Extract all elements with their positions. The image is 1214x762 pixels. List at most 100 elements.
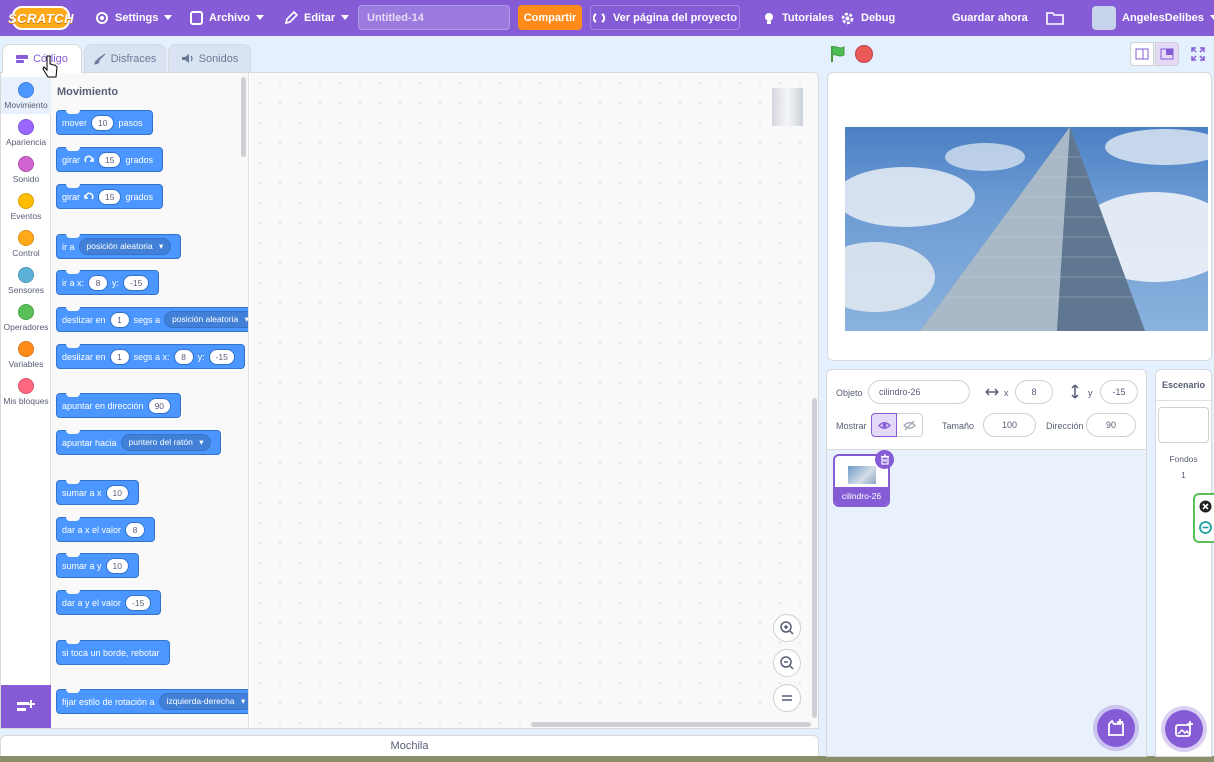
my-blocks-category-icon — [18, 378, 34, 394]
workspace-vertical-scrollbar[interactable] — [812, 398, 817, 718]
block-number-input[interactable]: -15 — [123, 274, 150, 291]
zoom-out-button[interactable] — [773, 649, 801, 677]
settings-menu[interactable]: Settings — [95, 0, 173, 36]
block-go-to[interactable]: ir a posición aleatoria ▾ — [56, 234, 182, 259]
choose-backdrop-button[interactable] — [1165, 710, 1203, 748]
block-number-input[interactable]: 1 — [109, 311, 130, 328]
block-point-in-direction[interactable]: apuntar en dirección 90 — [56, 393, 182, 418]
block-set-y[interactable]: dar a y el valor -15 — [56, 590, 162, 615]
backpack-bar[interactable]: Mochila — [0, 735, 819, 757]
x-position-input[interactable]: 8 — [1015, 380, 1053, 404]
block-dropdown[interactable]: posición aleatoria ▾ — [164, 311, 248, 328]
block-number-input[interactable]: 10 — [105, 484, 129, 501]
category-sound[interactable]: Sonido — [1, 151, 51, 188]
block-turn-left[interactable]: girar 15 grados — [56, 184, 164, 209]
block-change-x[interactable]: sumar a x 10 — [56, 480, 139, 505]
block-number-input[interactable]: 1 — [109, 348, 130, 365]
image-add-icon — [1175, 721, 1193, 737]
direction-input[interactable]: 90 — [1086, 413, 1136, 437]
block-set-rotation-style[interactable]: fijar estilo de rotación a izquierda-dere… — [56, 689, 248, 714]
add-extension-button[interactable] — [1, 685, 51, 728]
block-dropdown[interactable]: izquierda-derecha ▾ — [158, 693, 248, 710]
sprite-image-glass-tower[interactable] — [845, 127, 1208, 331]
sprite-name-input[interactable]: cilindro-26 — [868, 380, 970, 404]
block-number-input[interactable]: 10 — [105, 557, 129, 574]
script-workspace[interactable] — [250, 73, 818, 728]
see-project-label: Ver página del proyecto — [612, 11, 738, 24]
block-number-input[interactable]: 15 — [98, 151, 122, 168]
block-number-input[interactable]: -15 — [208, 348, 235, 365]
green-flag-button[interactable] — [828, 44, 848, 64]
menu-bar: SCRATCH Settings Archivo Editar Untitled… — [0, 0, 1214, 36]
x-label: x — [1004, 388, 1009, 398]
block-glide-to-xy[interactable]: deslizar en 1 segs a x: 8 y: -15 — [56, 344, 245, 369]
edit-label: Editar — [304, 12, 336, 24]
block-number-input[interactable]: 8 — [125, 521, 146, 538]
zoom-in-button[interactable] — [773, 614, 801, 642]
category-my-blocks[interactable]: Mis bloques — [1, 373, 51, 410]
category-operators[interactable]: Operadores — [1, 299, 51, 336]
share-button[interactable]: Compartir — [518, 5, 582, 30]
category-sensing[interactable]: Sensores — [1, 262, 51, 299]
tab-sounds[interactable]: Sonidos — [168, 44, 251, 72]
block-go-to-xy[interactable]: ir a x: 8 y: -15 — [56, 270, 160, 295]
category-looks[interactable]: Apariencia — [1, 114, 51, 151]
y-position-input[interactable]: -15 — [1100, 380, 1138, 404]
scratch-logo[interactable]: SCRATCH — [8, 6, 74, 30]
category-variables[interactable]: Variables — [1, 336, 51, 373]
block-number-input[interactable]: -15 — [125, 594, 152, 611]
project-title-input[interactable]: Untitled-14 — [358, 5, 510, 30]
tutorials-button[interactable]: Tutoriales — [762, 0, 834, 36]
block-number-input[interactable]: 8 — [88, 274, 109, 291]
debug-button[interactable]: Debug — [840, 0, 895, 36]
block-number-input[interactable]: 15 — [98, 188, 122, 205]
account-menu[interactable]: AngelesDelibes — [1092, 0, 1214, 36]
category-events[interactable]: Eventos — [1, 188, 51, 225]
block-move-steps[interactable]: mover 10 pasos — [56, 110, 153, 135]
small-stage-button[interactable] — [1130, 42, 1154, 66]
size-input[interactable]: 100 — [983, 413, 1036, 437]
hide-sprite-button[interactable] — [897, 413, 923, 437]
stage-selector[interactable]: Escenario Fondos 1 — [1155, 369, 1212, 757]
category-motion[interactable]: Movimiento — [1, 77, 51, 114]
block-number-input[interactable]: 90 — [147, 397, 172, 414]
extension-floating-widget[interactable] — [1193, 493, 1214, 543]
palette-scrollbar[interactable] — [241, 77, 246, 157]
workspace-horizontal-scrollbar[interactable] — [531, 722, 811, 727]
zoom-reset-button[interactable] — [773, 684, 801, 712]
block-if-on-edge-bounce[interactable]: si toca un borde, rebotar — [56, 640, 170, 665]
block-text: deslizar en — [62, 351, 106, 362]
block-number-input[interactable]: 8 — [173, 348, 194, 365]
sensing-category-icon — [18, 267, 34, 283]
file-menu[interactable]: Archivo — [190, 0, 264, 36]
edit-menu[interactable]: Editar — [284, 0, 350, 36]
fullscreen-button[interactable] — [1186, 42, 1210, 66]
tab-costumes[interactable]: Disfraces — [84, 44, 166, 72]
save-now-button[interactable]: Guardar ahora — [952, 0, 1028, 36]
normal-stage-button[interactable] — [1155, 42, 1179, 66]
my-stuff-folder-icon[interactable] — [1046, 0, 1064, 36]
block-change-y[interactable]: sumar a y 10 — [56, 553, 139, 578]
choose-sprite-button[interactable] — [1097, 709, 1135, 747]
gear-icon — [840, 11, 855, 26]
backdrops-count: 1 — [1181, 470, 1186, 480]
green-flag-icon — [831, 46, 845, 62]
stage-canvas[interactable] — [827, 72, 1212, 361]
category-control[interactable]: Control — [1, 225, 51, 262]
block-number-input[interactable]: 10 — [91, 114, 115, 131]
block-turn-right[interactable]: girar 15 grados — [56, 147, 164, 172]
stop-button[interactable] — [855, 45, 873, 63]
cat-add-icon — [1108, 719, 1124, 736]
edge-logo-icon[interactable] — [1199, 521, 1212, 534]
close-icon[interactable] — [1199, 500, 1212, 513]
show-sprite-button[interactable] — [871, 413, 897, 437]
see-project-page-button[interactable]: Ver página del proyecto — [590, 5, 740, 30]
block-glide-to[interactable]: deslizar en 1 segs a posición aleatoria ▾ — [56, 307, 248, 332]
sprite-item[interactable]: cilindro-26 — [827, 450, 897, 515]
block-dropdown[interactable]: posición aleatoria ▾ — [78, 238, 172, 255]
delete-sprite-button[interactable] — [875, 450, 894, 469]
block-point-towards[interactable]: apuntar hacia puntero del ratón ▾ — [56, 430, 222, 455]
block-dropdown[interactable]: puntero del ratón ▾ — [120, 434, 212, 451]
backdrop-thumbnail[interactable] — [1158, 407, 1209, 443]
block-set-x[interactable]: dar a x el valor 8 — [56, 517, 156, 542]
